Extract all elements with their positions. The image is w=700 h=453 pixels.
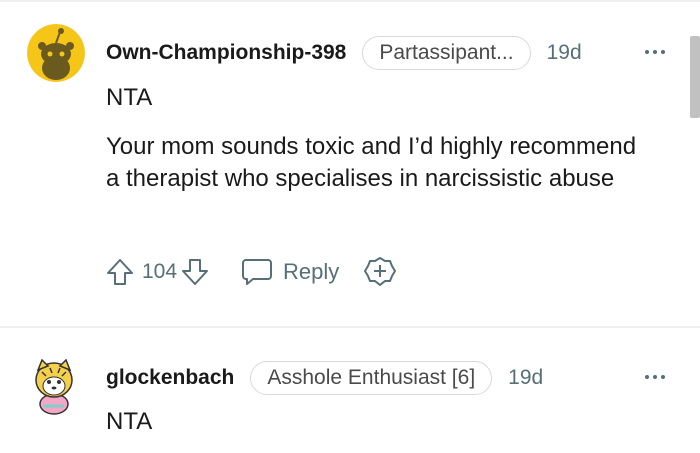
timestamp[interactable]: 19d bbox=[508, 366, 543, 390]
username[interactable]: Own-Championship-398 bbox=[106, 41, 346, 65]
speech-bubble-icon bbox=[242, 259, 273, 285]
avatar[interactable] bbox=[27, 24, 85, 82]
timestamp[interactable]: 19d bbox=[547, 41, 582, 65]
downvote-arrow-icon[interactable] bbox=[179, 256, 211, 288]
top-divider bbox=[0, 0, 700, 2]
comment-header: Own-Championship-398 Partassipant... 19d bbox=[106, 35, 582, 71]
comment-verdict: NTA bbox=[106, 84, 153, 111]
upvote-arrow-icon[interactable] bbox=[104, 256, 136, 288]
username[interactable]: glockenbach bbox=[106, 366, 234, 390]
comment-verdict: NTA bbox=[106, 408, 153, 435]
avatar[interactable] bbox=[30, 352, 78, 416]
reply-label: Reply bbox=[283, 259, 340, 284]
comment-actions: 104 Reply bbox=[104, 254, 397, 290]
more-options-icon[interactable] bbox=[640, 42, 670, 62]
comment-body: Your mom sounds toxic and I’d highly rec… bbox=[106, 133, 637, 192]
user-flair: Asshole Enthusiast [6] bbox=[250, 361, 493, 395]
comment: Own-Championship-398 Partassipant... 19d… bbox=[0, 12, 700, 320]
snoo-avatar-icon bbox=[27, 24, 85, 82]
more-options-icon[interactable] bbox=[640, 367, 670, 387]
comment-divider bbox=[0, 326, 700, 328]
comment-header: glockenbach Asshole Enthusiast [6] 19d bbox=[106, 360, 543, 396]
cartoon-avatar-icon bbox=[35, 358, 73, 415]
reply-button[interactable]: Reply bbox=[241, 257, 339, 287]
award-icon[interactable] bbox=[363, 255, 397, 289]
comment: glockenbach Asshole Enthusiast [6] 19d N… bbox=[0, 340, 700, 453]
scrollbar[interactable] bbox=[690, 36, 700, 118]
vote-count: 104 bbox=[142, 260, 178, 283]
user-flair: Partassipant... bbox=[362, 36, 531, 70]
